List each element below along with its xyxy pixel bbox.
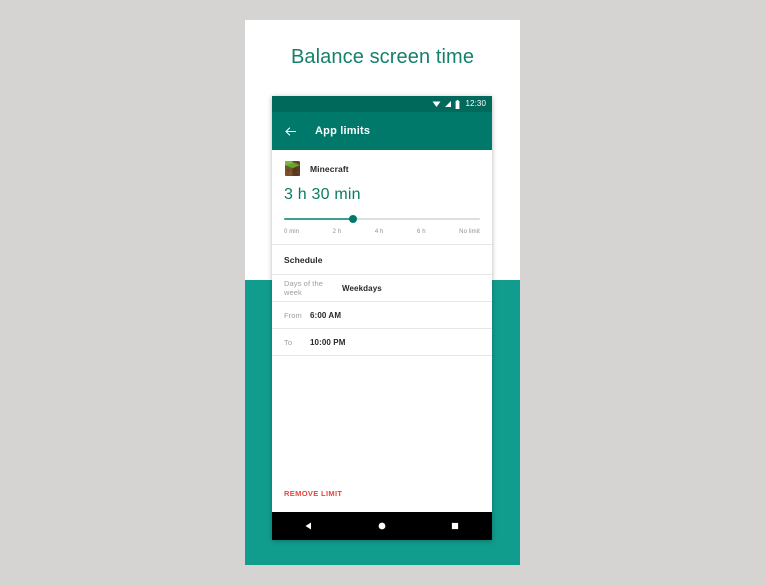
schedule-row-value: 6:00 AM [310,310,342,320]
schedule-row-label: Days of the week [284,279,324,297]
schedule-row-label: To [284,337,293,347]
slider-tick-labels: 0 min 2 h 4 h 6 h No limit [284,229,480,244]
schedule-row-to[interactable]: To 10:00 PM [272,329,492,355]
page-title: Balance screen time [290,46,475,68]
minecraft-grass-block-icon [284,160,301,177]
app-bar: App limits [272,112,492,150]
schedule-section-title: Schedule [284,255,323,265]
schedule-row-value: Weekdays [342,283,382,293]
recents-square-icon[interactable] [450,521,460,531]
app-name: Minecraft [310,163,349,174]
slider-tick-2: 4 h [374,229,384,235]
limit-slider[interactable]: 0 min 2 h 4 h 6 h No limit [272,204,492,244]
phone-mockup: 12:30 App limits Minecraft 3 h 30 min 0 … [272,96,492,540]
schedule-row-value: 10:00 PM [310,337,346,347]
app-bar-title: App limits [315,125,371,137]
schedule-row-from[interactable]: From 6:00 AM [272,302,492,328]
slider-fill [284,218,353,220]
signal-icon [445,101,452,107]
slider-track[interactable] [284,215,480,223]
home-circle-icon[interactable] [377,521,387,531]
limit-value: 3 h 30 min [284,186,361,203]
schedule-row-days[interactable]: Days of the week Weekdays [272,275,492,301]
status-time: 12:30 [465,99,486,108]
schedule-row-label: From [284,310,302,320]
wifi-icon [432,101,441,107]
android-nav-bar [272,512,492,540]
slider-thumb[interactable] [348,215,357,223]
remove-limit-button[interactable]: REMOVE LIMIT [272,489,492,512]
app-row[interactable]: Minecraft [272,150,492,183]
slider-tick-1: 2 h [332,229,342,235]
back-triangle-icon[interactable] [304,521,314,531]
slide-stage: Balance screen time 12:30 App limits Min… [0,0,765,585]
screen-content: Minecraft 3 h 30 min 0 min 2 h 4 h 6 h N… [272,150,492,512]
battery-icon [456,99,460,109]
slider-tick-0: 0 min [284,229,300,235]
slider-tick-3: 6 h [416,229,426,235]
status-bar: 12:30 [272,96,492,112]
slider-tick-4: No limit [459,229,480,235]
back-arrow-icon[interactable] [284,125,297,138]
